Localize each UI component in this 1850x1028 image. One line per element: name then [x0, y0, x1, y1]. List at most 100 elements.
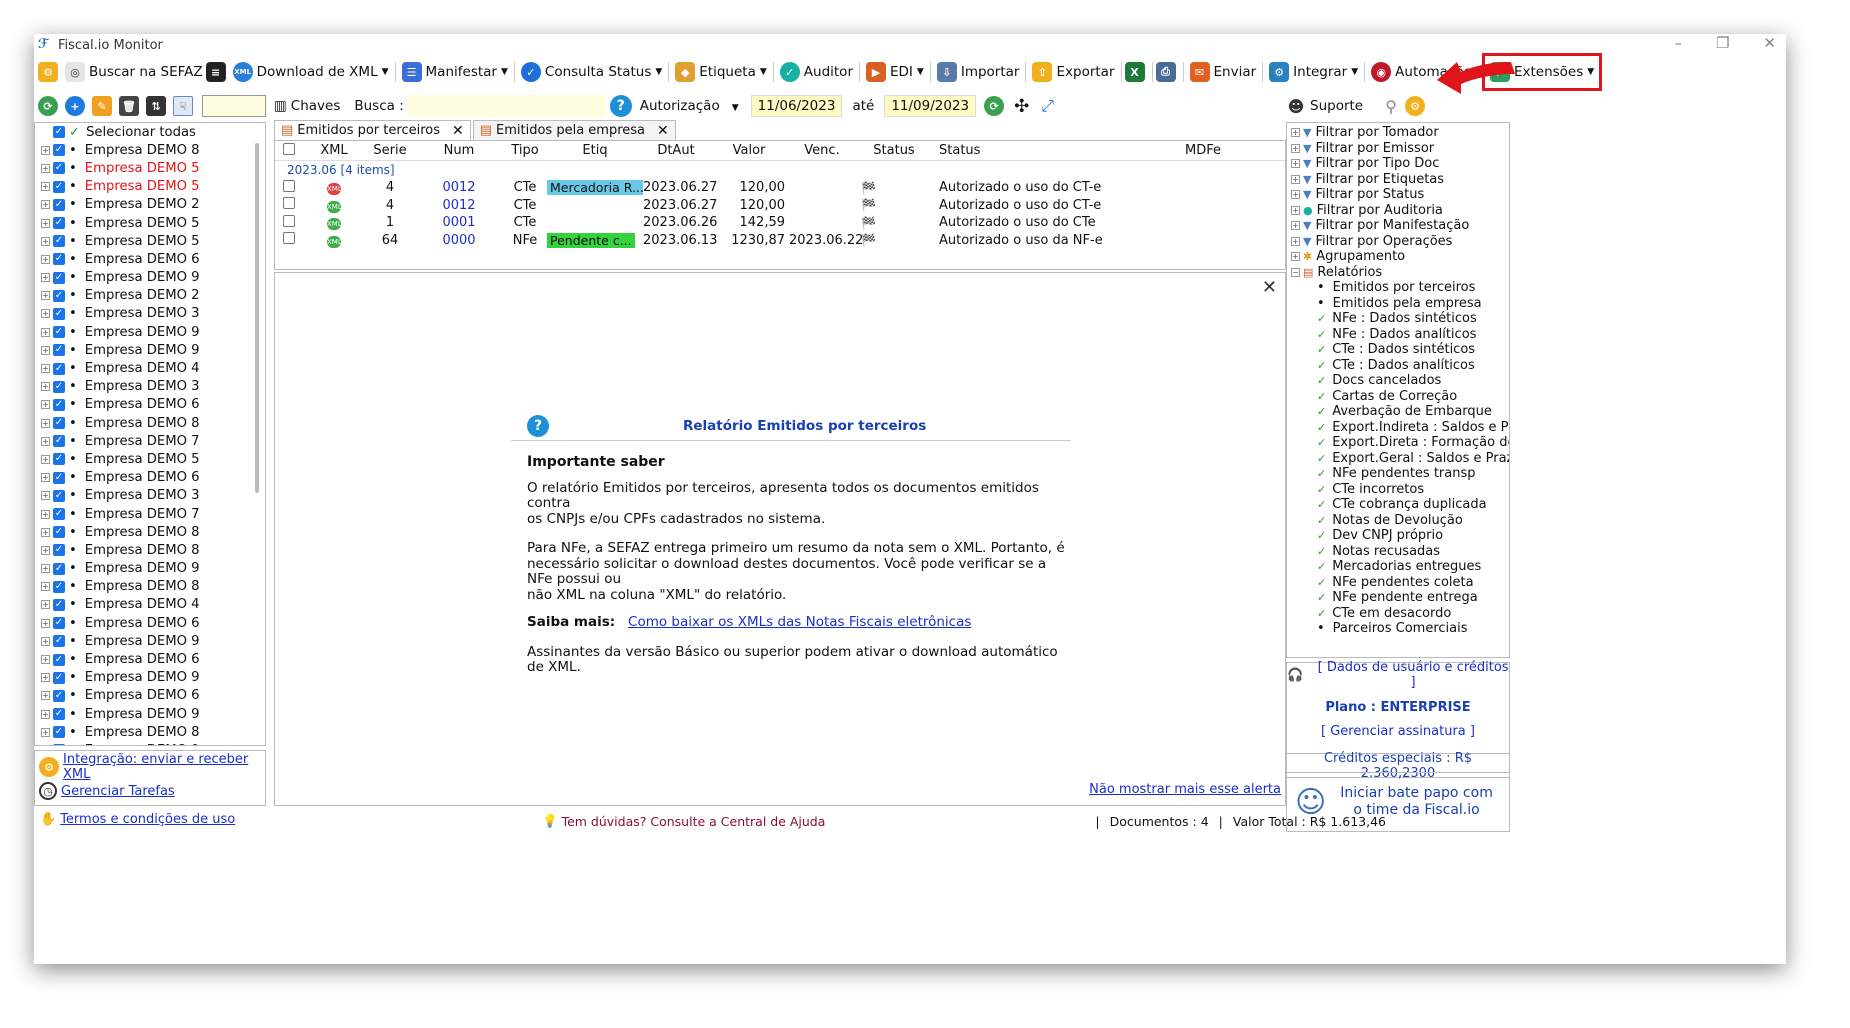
company-row[interactable]: + ✓ • Empresa DEMO 8: [35, 723, 257, 741]
expand-node-icon[interactable]: +: [41, 564, 50, 574]
checkbox-checked-icon[interactable]: ✓: [53, 162, 65, 175]
edit-pencil-icon[interactable]: ✎: [92, 96, 112, 116]
company-row[interactable]: + ✓ • Empresa DEMO 4: [35, 359, 257, 377]
checkbox-checked-icon[interactable]: ✓: [53, 671, 65, 684]
filter-node[interactable]: + ✱ Agrupamento: [1287, 249, 1509, 265]
row-checkbox[interactable]: [283, 197, 295, 210]
company-row[interactable]: + ✓ • Empresa DEMO 8: [35, 578, 257, 596]
expand-node-icon[interactable]: +: [1291, 190, 1300, 200]
expand-node-icon[interactable]: +: [1291, 252, 1300, 262]
consulta-status-button[interactable]: ✓ Consulta Status ▼: [518, 59, 665, 85]
checkbox-checked-icon[interactable]: ✓: [53, 653, 65, 666]
checkbox-checked-icon[interactable]: ✓: [53, 708, 65, 721]
expand-node-icon[interactable]: +: [41, 309, 50, 319]
date-to-input[interactable]: 11/09/2023: [884, 95, 977, 117]
company-row[interactable]: + ✓ • Empresa DEMO 7: [35, 505, 257, 523]
download-xml-button[interactable]: XML Download de XML ▼: [230, 59, 392, 85]
col-status[interactable]: Status: [933, 143, 1123, 158]
expand-node-icon[interactable]: +: [41, 655, 50, 665]
checkbox-checked-icon[interactable]: ✓: [53, 289, 65, 302]
checkbox-checked-icon[interactable]: ✓: [53, 253, 65, 266]
expand-node-icon[interactable]: +: [1291, 159, 1300, 169]
company-row[interactable]: + ✓ • Empresa DEMO 6: [35, 250, 257, 268]
expand-node-icon[interactable]: +: [1291, 205, 1300, 215]
expand-node-icon[interactable]: +: [41, 582, 50, 592]
report-item[interactable]: ✓ Cartas de Correção: [1317, 389, 1509, 405]
expand-node-icon[interactable]: +: [41, 382, 50, 392]
company-row[interactable]: + ✓ • Empresa DEMO 2: [35, 287, 257, 305]
company-row[interactable]: + ✓ • Empresa DEMO 5: [35, 232, 257, 250]
checkbox-checked-icon[interactable]: ✓: [53, 307, 65, 320]
cell-num[interactable]: 0012: [415, 180, 503, 195]
checkbox-checked-icon[interactable]: ✓: [53, 617, 65, 630]
date-from-input[interactable]: 11/06/2023: [750, 95, 843, 117]
etiqueta-button[interactable]: ◆ Etiqueta ▼: [672, 59, 770, 85]
col-valor[interactable]: Valor: [709, 143, 789, 158]
expand-node-icon[interactable]: +: [41, 545, 50, 555]
settings-gear-icon[interactable]: ⚙: [38, 62, 58, 82]
company-row[interactable]: + ✓ • Empresa DEMO 6: [35, 614, 257, 632]
keys-button[interactable]: Chaves: [291, 98, 341, 114]
report-item[interactable]: ✓ NFe pendentes transp: [1317, 466, 1509, 482]
checkbox-checked-icon[interactable]: ✓: [53, 726, 65, 739]
company-row[interactable]: + ✓ • Empresa DEMO 6: [35, 396, 257, 414]
col-serie[interactable]: Serie: [365, 143, 415, 158]
expand-node-icon[interactable]: +: [41, 218, 50, 228]
tree-scrollbar[interactable]: [255, 143, 259, 493]
expand-node-icon[interactable]: +: [41, 636, 50, 646]
filter-node[interactable]: + ▼ Filtrar por Tipo Doc: [1287, 156, 1509, 172]
company-row[interactable]: + ✓ • Empresa DEMO 2: [35, 196, 257, 214]
checkbox-checked-icon[interactable]: ✓: [53, 417, 65, 430]
integrar-button[interactable]: ⚙ Integrar ▼: [1266, 59, 1361, 85]
filter-node[interactable]: + ▼ Filtrar por Operações: [1287, 234, 1509, 250]
checkbox-checked-icon[interactable]: ✓: [53, 471, 65, 484]
xml-status-icon[interactable]: XML: [327, 218, 342, 231]
report-item[interactable]: ✓ CTe incorretos: [1317, 482, 1509, 498]
col-etiq[interactable]: Etiq: [547, 143, 643, 158]
expand-node-icon[interactable]: +: [41, 145, 50, 155]
report-item[interactable]: ✓ Export.Direta : Formação de I: [1317, 435, 1509, 451]
table-row[interactable]: XML 4 0012 CTe 2023.06.27 120,00 🏁 Autorizado o…: [275, 197, 1285, 215]
filter-select[interactable]: Autorização ▼: [640, 98, 739, 114]
report-item[interactable]: • Emitidos por terceiros: [1317, 280, 1509, 296]
report-item[interactable]: ✓ Notas recusadas: [1317, 544, 1509, 560]
filter-node[interactable]: − ▤ Relatórios: [1287, 265, 1509, 281]
checkbox-checked-icon[interactable]: ✓: [53, 344, 65, 357]
expand-node-icon[interactable]: +: [41, 163, 50, 173]
checkbox-checked-icon[interactable]: ✓: [53, 126, 65, 139]
expand-node-icon[interactable]: +: [41, 364, 50, 374]
tab-emitidos-empresa[interactable]: ▤ Emitidos pela empresa ✕: [472, 120, 676, 140]
checkbox-checked-icon[interactable]: ✓: [53, 526, 65, 539]
company-row[interactable]: + ✓ • Empresa DEMO 5: [35, 450, 257, 468]
checkbox-checked-icon[interactable]: ✓: [53, 635, 65, 648]
filter-clear-icon[interactable]: ⚲: [1381, 96, 1402, 116]
company-row[interactable]: + ✓ • Empresa DEMO 8: [35, 523, 257, 541]
checkbox-checked-icon[interactable]: ✓: [53, 689, 65, 702]
checkbox-checked-icon[interactable]: ✓: [53, 508, 65, 521]
excel-icon[interactable]: X: [1124, 62, 1145, 82]
company-row[interactable]: + ✓ • Empresa DEMO 3: [35, 305, 257, 323]
restore-icon[interactable]: ❐: [1716, 34, 1729, 52]
expand-node-icon[interactable]: +: [41, 254, 50, 264]
minimize-icon[interactable]: –: [1674, 34, 1682, 52]
expand-node-icon[interactable]: +: [41, 727, 50, 737]
checkbox-checked-icon[interactable]: ✓: [53, 435, 65, 448]
checkbox-checked-icon[interactable]: ✓: [53, 562, 65, 575]
cell-num[interactable]: 0001: [415, 215, 503, 230]
checkbox-checked-icon[interactable]: ✓: [53, 362, 65, 375]
company-row[interactable]: + ✓ • Empresa DEMO 5: [35, 178, 257, 196]
company-row[interactable]: + ✓ • Empresa DEMO 7: [35, 432, 257, 450]
report-item[interactable]: • Parceiros Comerciais: [1317, 621, 1509, 637]
col-mdfe[interactable]: MDFe: [1123, 143, 1283, 158]
col-status-icon[interactable]: Status: [855, 143, 933, 158]
filter-node[interactable]: + ▼ Filtrar por Etiquetas: [1287, 172, 1509, 188]
report-item[interactable]: ✓ Dev CNPJ próprio: [1317, 528, 1509, 544]
close-panel-icon[interactable]: ✕: [1262, 277, 1277, 298]
expand-node-icon[interactable]: +: [41, 709, 50, 719]
tab-emitidos-terceiros[interactable]: ▤ Emitidos por terceiros ✕: [274, 120, 471, 140]
expand-node-icon[interactable]: +: [41, 400, 50, 410]
checkbox-checked-icon[interactable]: ✓: [53, 326, 65, 339]
filter-node[interactable]: + ▼ Filtrar por Tomador: [1287, 125, 1509, 141]
company-row[interactable]: +✓ • Empresa DEMO 9: [35, 341, 257, 359]
expand-node-icon[interactable]: +: [1291, 143, 1300, 153]
